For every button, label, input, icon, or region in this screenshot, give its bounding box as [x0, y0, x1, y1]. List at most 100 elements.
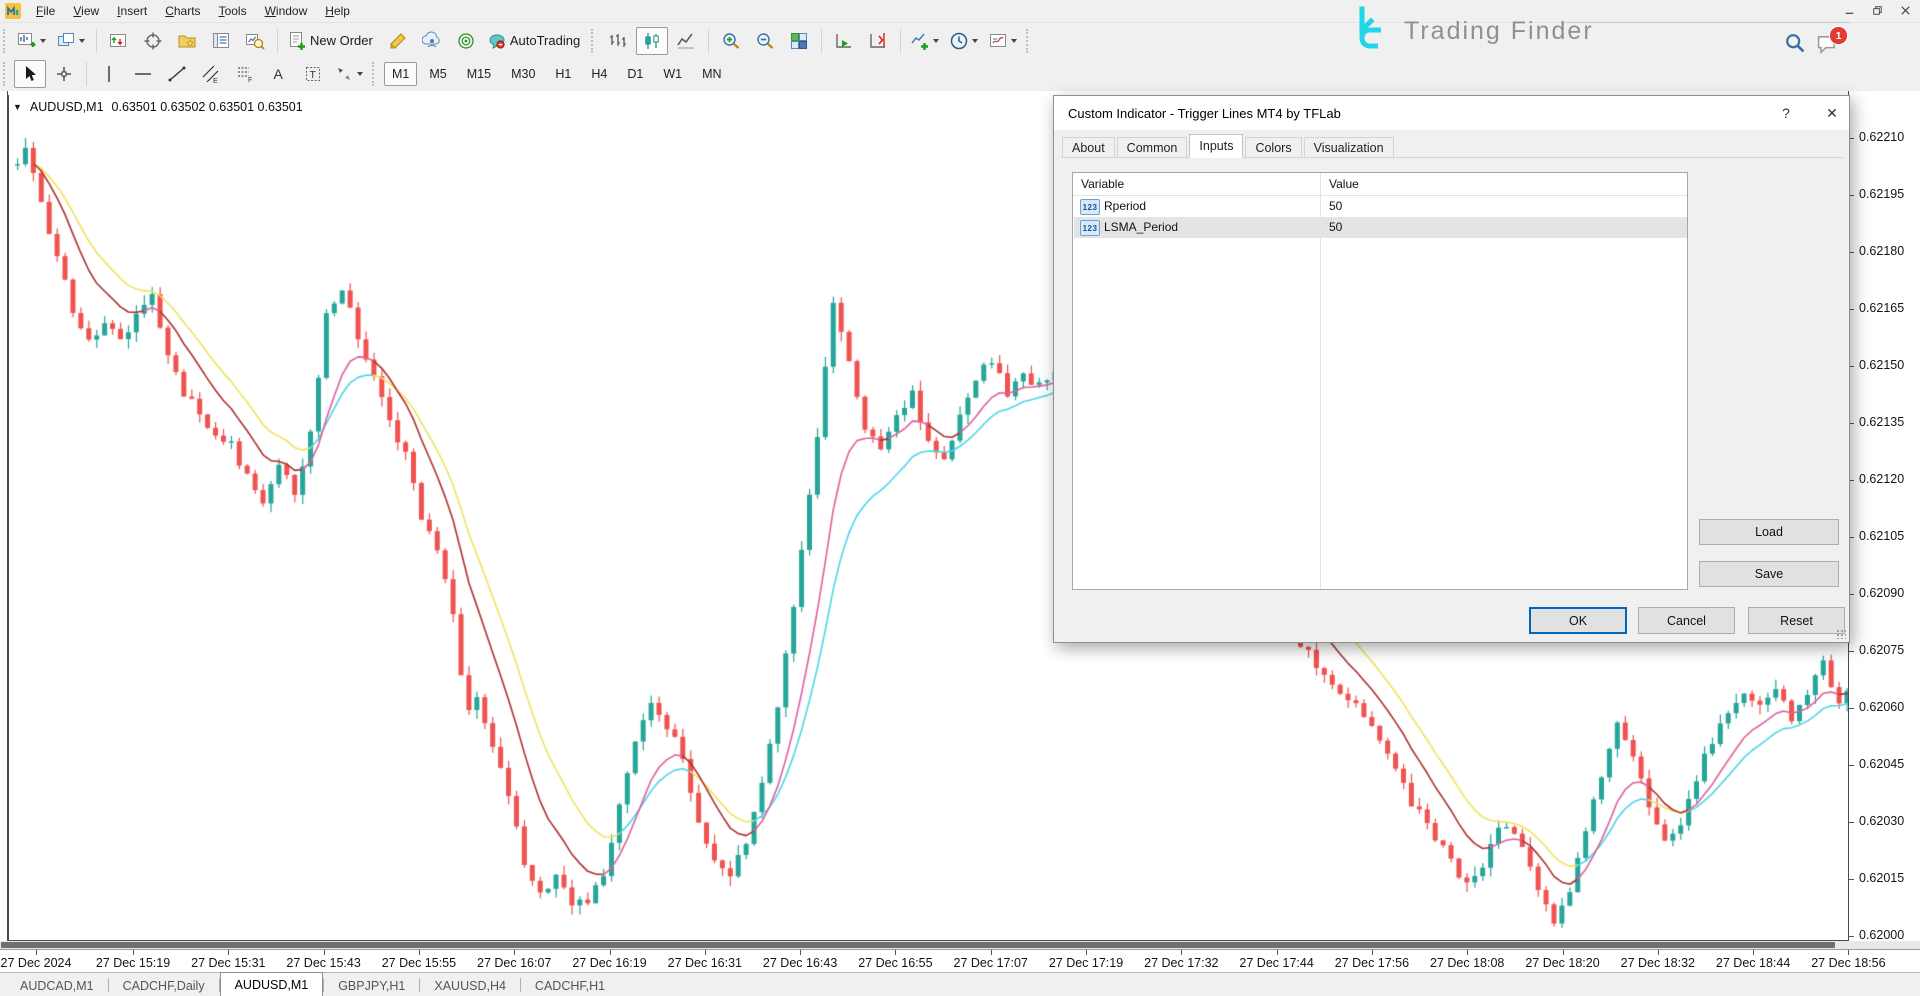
- scrollbar-thumb[interactable]: [1, 942, 1835, 948]
- dialog-close-icon[interactable]: ✕: [1814, 96, 1850, 130]
- chart-tab-gbpjpy-h1[interactable]: GBPJPY,H1: [324, 976, 419, 996]
- toolbar-grip[interactable]: [1026, 29, 1033, 53]
- auto-scroll-button[interactable]: [828, 27, 860, 55]
- horizontal-line-button[interactable]: [127, 60, 159, 88]
- candlestick-chart-button[interactable]: [636, 27, 668, 55]
- dropdown-caret-icon[interactable]: [1011, 39, 1017, 43]
- data-window-button[interactable]: [137, 27, 169, 55]
- ok-button[interactable]: OK: [1529, 607, 1627, 634]
- time-tick: [1848, 950, 1849, 955]
- market-watch-button[interactable]: [103, 27, 135, 55]
- price-tick-label: 0.62015: [1859, 871, 1904, 885]
- chart-tab-audusd-m1[interactable]: AUDUSD,M1: [220, 972, 324, 996]
- new-chart-button[interactable]: [14, 27, 51, 55]
- dialog-tab-colors[interactable]: Colors: [1245, 137, 1301, 158]
- dropdown-caret-icon[interactable]: [40, 39, 46, 43]
- text-button[interactable]: A: [263, 60, 295, 88]
- crosshair-button[interactable]: [48, 60, 80, 88]
- chart-ohlc-values: 0.63501 0.63502 0.63501 0.63501: [112, 100, 303, 114]
- menu-view[interactable]: View: [64, 2, 108, 20]
- load-button[interactable]: Load: [1699, 519, 1839, 545]
- timeframe-button-mn[interactable]: MN: [694, 62, 729, 86]
- price-tick-label: 0.62135: [1859, 415, 1904, 429]
- toolbar-grip[interactable]: [3, 29, 10, 53]
- titlebar-divider: [1565, 22, 1850, 23]
- signals-button[interactable]: [450, 27, 482, 55]
- navigator-button[interactable]: [171, 27, 203, 55]
- chart-tab-cadchf-h1[interactable]: CADCHF,H1: [521, 976, 619, 996]
- menu-insert[interactable]: Insert: [108, 2, 156, 20]
- indicators-button[interactable]: [907, 27, 944, 55]
- save-button[interactable]: Save: [1699, 561, 1839, 587]
- profiles-button[interactable]: [53, 27, 90, 55]
- toolbar-grip[interactable]: [3, 62, 10, 86]
- chart-collapse-icon[interactable]: ▼: [13, 102, 22, 112]
- input-row-lsma_period[interactable]: 123LSMA_Period50: [1074, 217, 1687, 238]
- dialog-titlebar[interactable]: Custom Indicator - Trigger Lines MT4 by …: [1054, 96, 1849, 130]
- timeframe-button-d1[interactable]: D1: [619, 62, 651, 86]
- fibonacci-button[interactable]: F: [229, 60, 261, 88]
- terminal-button[interactable]: [205, 27, 237, 55]
- dropdown-caret-icon[interactable]: [933, 39, 939, 43]
- dropdown-caret-icon[interactable]: [79, 39, 85, 43]
- metaeditor-button[interactable]: [416, 27, 448, 55]
- strategy-tester-button[interactable]: [239, 27, 271, 55]
- text-label-button[interactable]: T: [297, 60, 329, 88]
- timeframe-button-m30[interactable]: M30: [503, 62, 543, 86]
- input-row-rperiod[interactable]: 123Rperiod50: [1074, 196, 1687, 217]
- chart-tab-audcad-m1[interactable]: AUDCAD,M1: [6, 976, 108, 996]
- toolbar-grip[interactable]: [372, 62, 379, 86]
- expert-advisors-button[interactable]: [382, 27, 414, 55]
- chart-tab-cadchf-daily[interactable]: CADCHF,Daily: [109, 976, 219, 996]
- dialog-tab-about[interactable]: About: [1062, 137, 1115, 158]
- restore-button[interactable]: [1866, 2, 1888, 19]
- menu-tools[interactable]: Tools: [210, 2, 256, 20]
- chart-tab-xauusd-h4[interactable]: XAUUSD,H4: [420, 976, 520, 996]
- timeframe-button-w1[interactable]: W1: [655, 62, 690, 86]
- menu-help[interactable]: Help: [316, 2, 359, 20]
- cancel-button[interactable]: Cancel: [1638, 607, 1735, 634]
- dialog-tab-inputs[interactable]: Inputs: [1189, 134, 1243, 158]
- reset-button[interactable]: Reset: [1748, 607, 1845, 634]
- menu-charts[interactable]: Charts: [156, 2, 209, 20]
- menu-window[interactable]: Window: [256, 2, 317, 20]
- dropdown-caret-icon[interactable]: [972, 39, 978, 43]
- timeframe-button-m5[interactable]: M5: [421, 62, 454, 86]
- templates-button[interactable]: [985, 27, 1022, 55]
- dialog-help-button[interactable]: ?: [1769, 96, 1803, 130]
- time-axis[interactable]: 27 Dec 202427 Dec 15:1927 Dec 15:3127 De…: [0, 949, 1920, 973]
- tile-windows-button[interactable]: [783, 27, 815, 55]
- vertical-line-button[interactable]: [93, 60, 125, 88]
- timeframe-button-h4[interactable]: H4: [583, 62, 615, 86]
- dropdown-caret-icon[interactable]: [357, 72, 363, 76]
- autotrading-button[interactable]: AutoTrading: [484, 27, 587, 55]
- toolbar-grip[interactable]: [591, 29, 598, 53]
- close-window-button[interactable]: [1894, 2, 1916, 19]
- line-chart-button[interactable]: [670, 27, 702, 55]
- search-icon[interactable]: [1783, 31, 1807, 55]
- periods-button[interactable]: [946, 27, 983, 55]
- timeframe-button-m1[interactable]: M1: [384, 62, 417, 86]
- equidistant-channel-button[interactable]: E: [195, 60, 227, 88]
- dialog-tab-common[interactable]: Common: [1117, 137, 1188, 158]
- bar-chart-button[interactable]: [602, 27, 634, 55]
- menu-file[interactable]: File: [27, 2, 64, 20]
- cursor-button[interactable]: [14, 60, 46, 88]
- resize-grip[interactable]: [1836, 629, 1846, 639]
- timeframe-button-h1[interactable]: H1: [547, 62, 579, 86]
- zoom-in-button[interactable]: [715, 27, 747, 55]
- variable-value[interactable]: 50: [1329, 199, 1342, 213]
- minimize-button[interactable]: [1838, 2, 1860, 19]
- variable-value[interactable]: 50: [1329, 220, 1342, 234]
- trendline-button[interactable]: [161, 60, 193, 88]
- price-axis[interactable]: 0.622100.621950.621800.621650.621500.621…: [1849, 91, 1920, 941]
- horizontal-scrollbar[interactable]: [0, 941, 1920, 949]
- dialog-tab-visualization[interactable]: Visualization: [1304, 137, 1394, 158]
- chart-shift-button[interactable]: [862, 27, 894, 55]
- timeframe-button-m15[interactable]: M15: [459, 62, 499, 86]
- new-order-button[interactable]: New Order: [284, 27, 380, 55]
- arrows-button[interactable]: [331, 60, 368, 88]
- templates-icon: [988, 31, 1008, 51]
- window-titlebar[interactable]: FileViewInsertChartsToolsWindowHelp: [0, 0, 1920, 22]
- zoom-out-button[interactable]: [749, 27, 781, 55]
